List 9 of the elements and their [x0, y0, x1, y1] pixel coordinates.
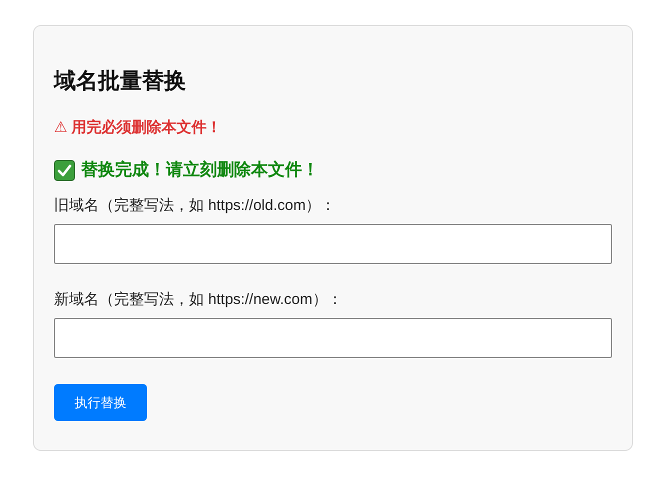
submit-button[interactable]: 执行替换 — [54, 384, 147, 421]
warning-text: ⚠ 用完必须删除本文件！ — [54, 118, 223, 138]
input-field[interactable] — [54, 224, 612, 264]
success-text: 替换完成！请立刻删除本文件！ — [81, 159, 319, 181]
field-label: 旧域名（完整写法，如 https://old.com）： — [54, 196, 337, 216]
input-field[interactable] — [54, 318, 612, 358]
check-icon — [54, 160, 75, 180]
page-title: 域名批量替换 — [54, 67, 187, 95]
field-label: 新域名（完整写法，如 https://new.com）： — [54, 290, 344, 310]
